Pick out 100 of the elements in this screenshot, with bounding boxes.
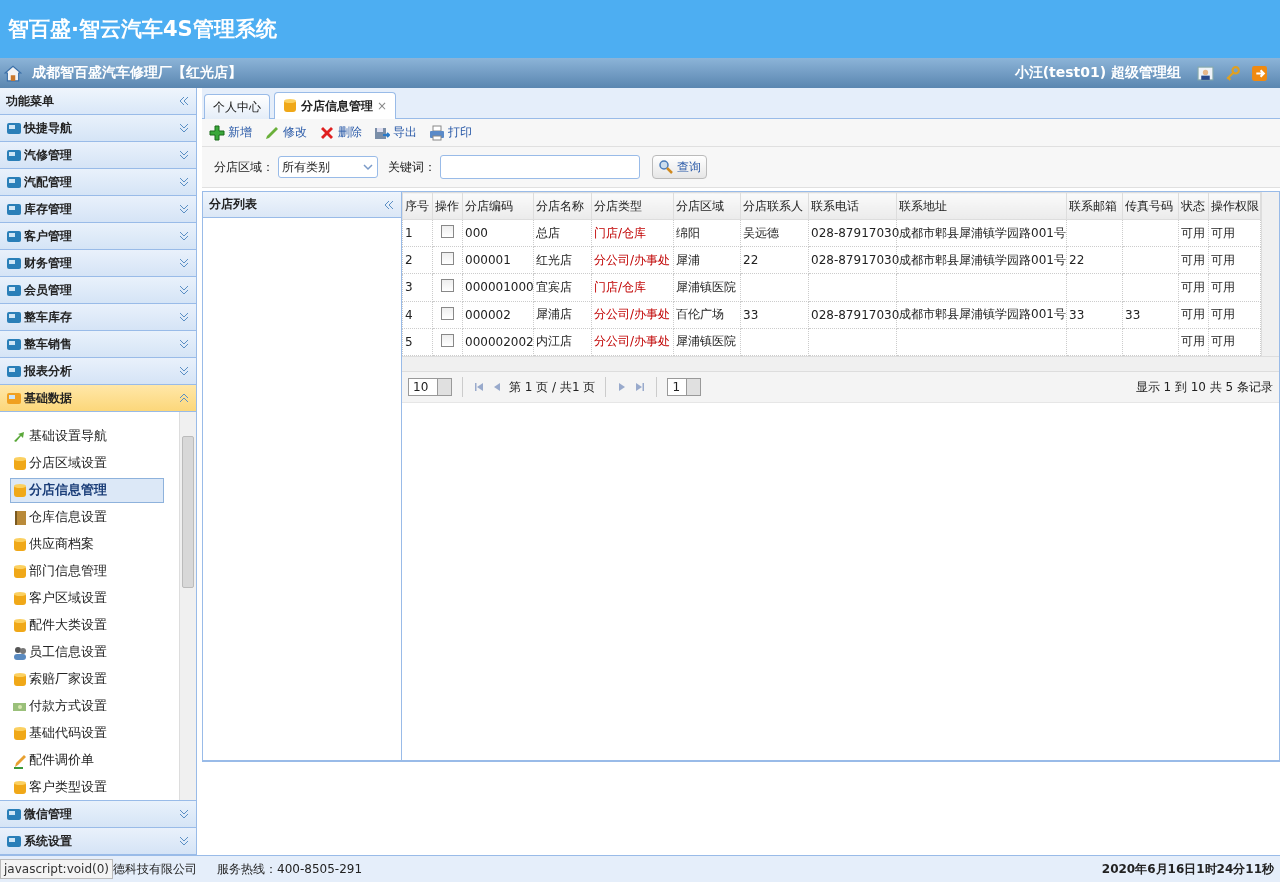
area-dropdown[interactable]: 所有类别 <box>278 156 378 178</box>
table-cell: 分公司/办事处 <box>591 246 674 274</box>
submenu-item[interactable]: 客户类型设置 <box>10 775 164 800</box>
submenu-item[interactable]: 配件大类设置 <box>10 613 164 638</box>
menu-section[interactable]: 库存管理 <box>0 196 196 223</box>
menu-section[interactable]: 报表分析 <box>0 358 196 385</box>
database-icon <box>13 482 27 499</box>
column-header[interactable]: 分店类型 <box>591 192 674 220</box>
column-header[interactable]: 操作权限 <box>1208 192 1261 220</box>
menu-section[interactable]: 基础数据 <box>0 385 196 412</box>
table-cell: 分公司/办事处 <box>591 301 674 329</box>
expand-icon <box>178 149 190 161</box>
menu-section[interactable]: 快捷导航 <box>0 115 196 142</box>
submenu-item[interactable]: 分店区域设置 <box>10 451 164 476</box>
menu-section[interactable]: 汽修管理 <box>0 142 196 169</box>
company-name: 成都智百盛汽车修理厂【红光店】 <box>32 64 242 82</box>
menu-section[interactable]: 整车库存 <box>0 304 196 331</box>
table-cell: 1 <box>402 219 433 247</box>
column-header[interactable]: 传真号码 <box>1122 192 1179 220</box>
submenu-item[interactable]: 基础设置导航 <box>10 424 164 449</box>
submenu-item[interactable]: 供应商档案 <box>10 532 164 557</box>
submenu-item[interactable]: 付款方式设置 <box>10 694 164 719</box>
tab[interactable]: 分店信息管理 × <box>274 92 397 119</box>
column-header[interactable]: 状态 <box>1178 192 1209 220</box>
column-header[interactable]: 联系地址 <box>896 192 1067 220</box>
keyword-field[interactable] <box>440 155 640 179</box>
row-checkbox[interactable] <box>441 279 454 293</box>
table-cell: 33 <box>1122 301 1179 329</box>
page-select[interactable]: 1 <box>667 378 702 396</box>
submenu-item[interactable]: 员工信息设置 <box>10 640 164 665</box>
home-icon[interactable] <box>4 64 22 82</box>
menu-section[interactable]: 微信管理 <box>0 801 196 828</box>
table-cell: 可用 <box>1208 219 1261 247</box>
menu-section[interactable]: 会员管理 <box>0 277 196 304</box>
menu-section[interactable]: 财务管理 <box>0 250 196 277</box>
scrollbar[interactable] <box>179 412 196 800</box>
column-header[interactable]: 操作 <box>432 192 463 220</box>
close-icon[interactable]: × <box>377 99 388 113</box>
date-time: 2020年6月16日1时24分11秒 <box>1101 860 1274 878</box>
scrollbar[interactable] <box>402 356 1279 372</box>
collapse-icon[interactable] <box>383 198 395 211</box>
submenu-item[interactable]: 分店信息管理 <box>10 478 164 503</box>
last-page-icon[interactable] <box>634 381 647 393</box>
table-cell: 可用 <box>1208 328 1261 356</box>
page-size-select[interactable]: 10 <box>408 378 452 396</box>
column-header[interactable]: 序号 <box>402 192 433 220</box>
row-checkbox[interactable] <box>441 252 454 266</box>
column-header[interactable]: 联系电话 <box>808 192 897 220</box>
table-cell: 可用 <box>1178 328 1209 356</box>
expand-icon <box>178 365 190 377</box>
table-cell: 犀浦镇医院 <box>673 273 741 302</box>
menu-section[interactable]: 系统设置 <box>0 828 196 855</box>
menu-section[interactable]: 整车销售 <box>0 331 196 358</box>
search-icon <box>658 159 674 175</box>
database-icon <box>13 590 27 607</box>
menu-section[interactable]: 汽配管理 <box>0 169 196 196</box>
table-cell: 000002002 <box>462 328 534 356</box>
submenu-item[interactable]: 基础代码设置 <box>10 721 164 746</box>
table-cell: 百伦广场 <box>673 301 741 329</box>
user-card-icon[interactable] <box>1197 64 1214 82</box>
row-checkbox[interactable] <box>441 333 454 347</box>
edit-button[interactable]: 修改 <box>259 124 312 141</box>
column-header[interactable]: 分店区域 <box>673 192 741 220</box>
column-header[interactable]: 分店编码 <box>462 192 534 220</box>
database-icon <box>283 98 297 114</box>
module-icon <box>6 336 22 352</box>
expand-icon <box>178 311 190 323</box>
submenu-item[interactable]: 仓库信息设置 <box>10 505 164 530</box>
delete-button[interactable]: 删除 <box>314 124 367 141</box>
add-button[interactable]: 新增 <box>204 124 257 141</box>
menu-section[interactable]: 客户管理 <box>0 223 196 250</box>
module-icon <box>6 282 22 298</box>
collapse-icon[interactable] <box>178 95 190 107</box>
logout-icon[interactable] <box>1251 64 1268 82</box>
submenu-item[interactable]: 索赔厂家设置 <box>10 667 164 692</box>
table-cell: 分公司/办事处 <box>591 328 674 356</box>
table-cell: 3 <box>402 273 433 302</box>
submenu-item[interactable]: 客户区域设置 <box>10 586 164 611</box>
table-cell: 宜宾店 <box>533 273 592 302</box>
table-cell: 红光店 <box>533 246 592 274</box>
tab[interactable]: 个人中心 <box>204 94 270 119</box>
row-checkbox[interactable] <box>441 306 454 320</box>
first-page-icon[interactable] <box>473 381 485 393</box>
submenu-item[interactable]: 配件调价单 <box>10 748 164 773</box>
scrollbar[interactable] <box>1261 192 1279 356</box>
print-button[interactable]: 打印 <box>424 124 477 141</box>
column-header[interactable]: 联系邮箱 <box>1066 192 1123 220</box>
table-cell: 内江店 <box>533 328 592 356</box>
table-cell: 犀浦 <box>673 246 741 274</box>
column-header[interactable]: 分店联系人 <box>740 192 809 220</box>
column-header[interactable]: 分店名称 <box>533 192 592 220</box>
export-button[interactable]: 导出 <box>369 124 422 141</box>
caret-icon <box>362 161 374 173</box>
submenu-item[interactable]: 部门信息管理 <box>10 559 164 584</box>
expand-icon <box>178 257 190 269</box>
table-cell: 33 <box>740 301 809 329</box>
database-icon <box>13 455 27 472</box>
row-checkbox[interactable] <box>441 225 454 239</box>
search-button[interactable]: 查询 <box>652 155 707 179</box>
expand-icon <box>178 176 190 188</box>
